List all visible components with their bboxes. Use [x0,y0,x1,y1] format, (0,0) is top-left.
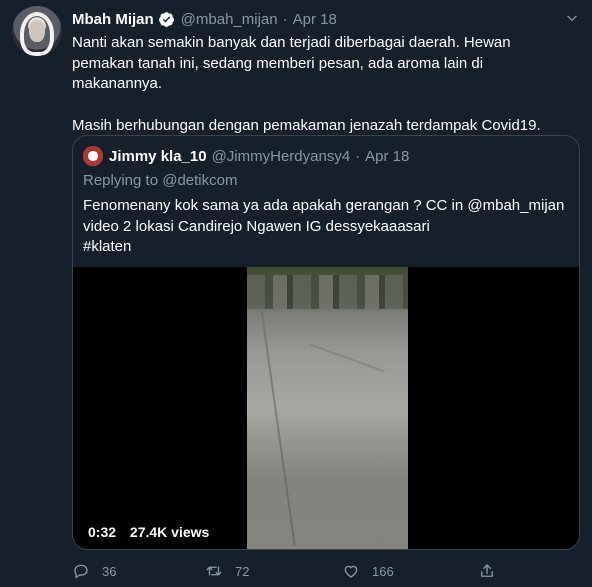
author-name[interactable]: Mbah Mijan [72,11,154,28]
chevron-down-icon[interactable] [565,11,579,25]
replying-to: Replying to @detikcom [83,172,238,189]
like-button[interactable]: 166 [342,560,394,582]
separator-dot: · [282,10,288,28]
retweet-button[interactable]: 72 [205,560,249,582]
reply-button[interactable]: 36 [72,560,116,582]
tweet[interactable]: Mbah Mijan @mbah_mijan · Apr 18 Nanti ak… [0,0,592,587]
action-bar: 36 72 166 [72,560,582,582]
quoted-date: Apr 18 [365,147,410,165]
video-frame [247,267,408,549]
author-handle[interactable]: @mbah_mijan [181,11,278,28]
tweet-date[interactable]: Apr 18 [293,11,337,28]
video-meta: 0:32 27.4K views [88,524,219,540]
quoted-text-line: video 2 lokasi Candirejo Ngawen IG dessy… [83,217,430,235]
tweet-text-line: pemakan tanah ini, sedang memberi pesan,… [72,54,484,72]
reply-icon [74,564,88,579]
tweet-text-line: makanannya. [72,75,163,92]
like-count: 166 [372,563,394,579]
video-player[interactable]: 0:32 27.4K views [73,267,579,549]
verified-badge-icon [158,11,174,27]
quoted-text-line: Fenomenany kok sama ya ada apakah gerang… [83,197,565,214]
separator-dot: · [355,147,361,165]
video-duration: 0:32 [88,524,117,540]
tweet-header: Mbah Mijan @mbah_mijan · Apr 18 [72,8,337,30]
video-views: 27.4K views [129,524,210,540]
quoted-author-handle: @JimmyHerdyansy4 [211,147,351,165]
share-icon [481,564,493,577]
tweet-text: Nanti akan semakin banyak dan terjadi di… [72,33,572,136]
avatar-face [29,20,45,42]
like-icon [344,565,358,578]
share-button[interactable] [478,560,508,582]
quoted-author-name: Jimmy kla_10 [109,147,207,165]
avatar[interactable] [12,6,62,56]
quoted-tweet[interactable]: Jimmy kla_10 @JimmyHerdyansy4 · Apr 18 R… [72,135,580,550]
quoted-text: Fenomenany kok sama ya ada apakah gerang… [83,196,568,258]
quoted-avatar [83,146,103,166]
tweet-text-line: Masih berhubungan dengan pemakaman jenaz… [72,116,541,134]
retweet-icon [206,566,222,576]
retweet-count: 72 [235,563,250,579]
quoted-text-line: #klaten [83,238,132,255]
tweet-text-line: Nanti akan semakin banyak dan terjadi di… [72,34,511,51]
quoted-header: Jimmy kla_10 @JimmyHerdyansy4 · Apr 18 [83,146,409,166]
reply-count: 36 [102,563,117,579]
